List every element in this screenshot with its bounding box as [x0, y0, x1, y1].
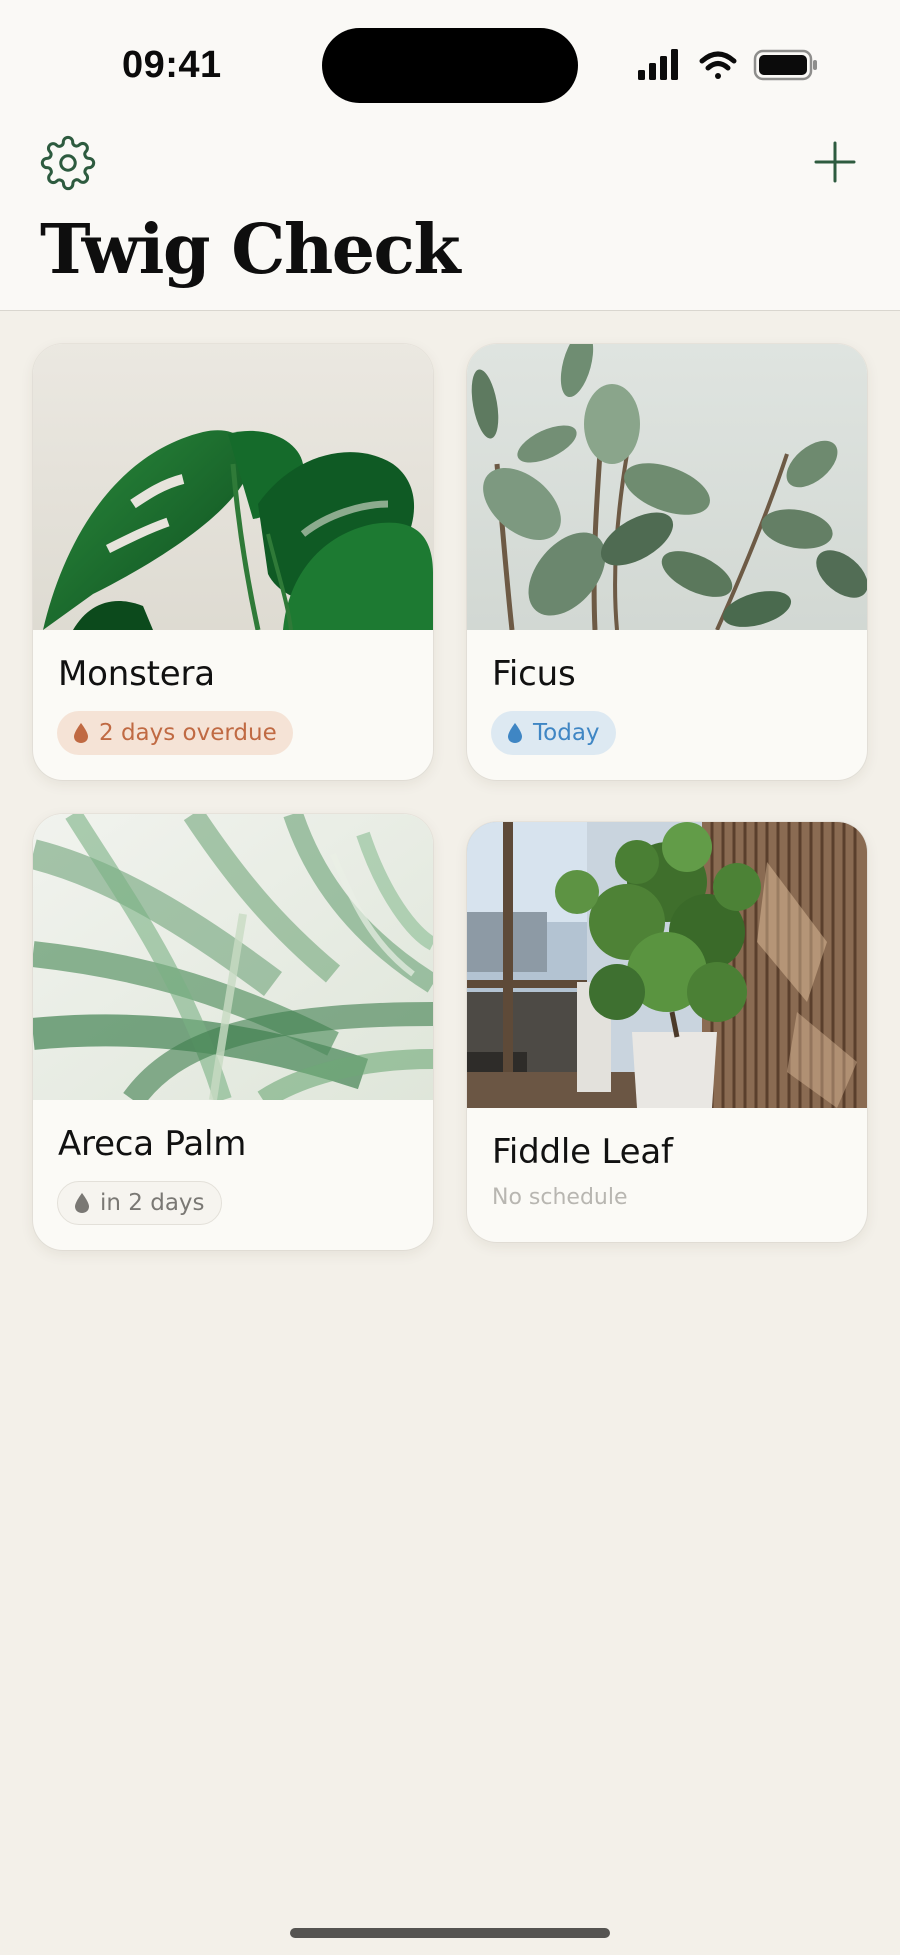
water-drop-icon — [74, 723, 88, 743]
battery-icon — [753, 49, 817, 81]
plant-photo — [467, 822, 867, 1108]
signal-icon — [638, 49, 678, 80]
page-title: Twig Check — [40, 210, 461, 290]
plant-name: Areca Palm — [58, 1124, 247, 1164]
status-label: 2 days overdue — [99, 720, 277, 746]
plant-card-ficus[interactable]: Ficus Today — [467, 344, 867, 780]
plant-photo — [467, 344, 867, 630]
status-label: in 2 days — [100, 1190, 205, 1216]
status-badge: 2 days overdue — [57, 711, 293, 755]
gear-icon — [40, 135, 96, 191]
settings-button[interactable] — [40, 135, 96, 191]
plus-icon — [814, 141, 856, 183]
add-plant-button[interactable] — [810, 137, 860, 187]
home-indicator[interactable] — [290, 1928, 610, 1938]
status-icons — [638, 48, 818, 82]
header: Twig Check — [0, 110, 900, 311]
water-drop-icon — [75, 1193, 89, 1213]
plant-name: Monstera — [58, 654, 215, 694]
wifi-icon — [699, 51, 737, 79]
plant-photo — [33, 344, 433, 630]
plant-name: Fiddle Leaf — [492, 1132, 673, 1172]
water-drop-icon — [508, 723, 522, 743]
status-label: Today — [533, 720, 600, 746]
status-badge: Today — [491, 711, 616, 755]
plant-card-fiddle-leaf[interactable]: Fiddle Leaf No schedule — [467, 822, 867, 1242]
plant-photo — [33, 814, 433, 1100]
plant-card-areca-palm[interactable]: Areca Palm in 2 days — [33, 814, 433, 1250]
status-badge: in 2 days — [57, 1181, 222, 1225]
dynamic-island — [322, 28, 578, 103]
status-time: 09:41 — [122, 44, 222, 86]
plant-card-monstera[interactable]: Monstera 2 days overdue — [33, 344, 433, 780]
status-bar: 09:41 — [0, 0, 900, 110]
no-schedule-label: No schedule — [492, 1185, 628, 1210]
plant-name: Ficus — [492, 654, 576, 694]
